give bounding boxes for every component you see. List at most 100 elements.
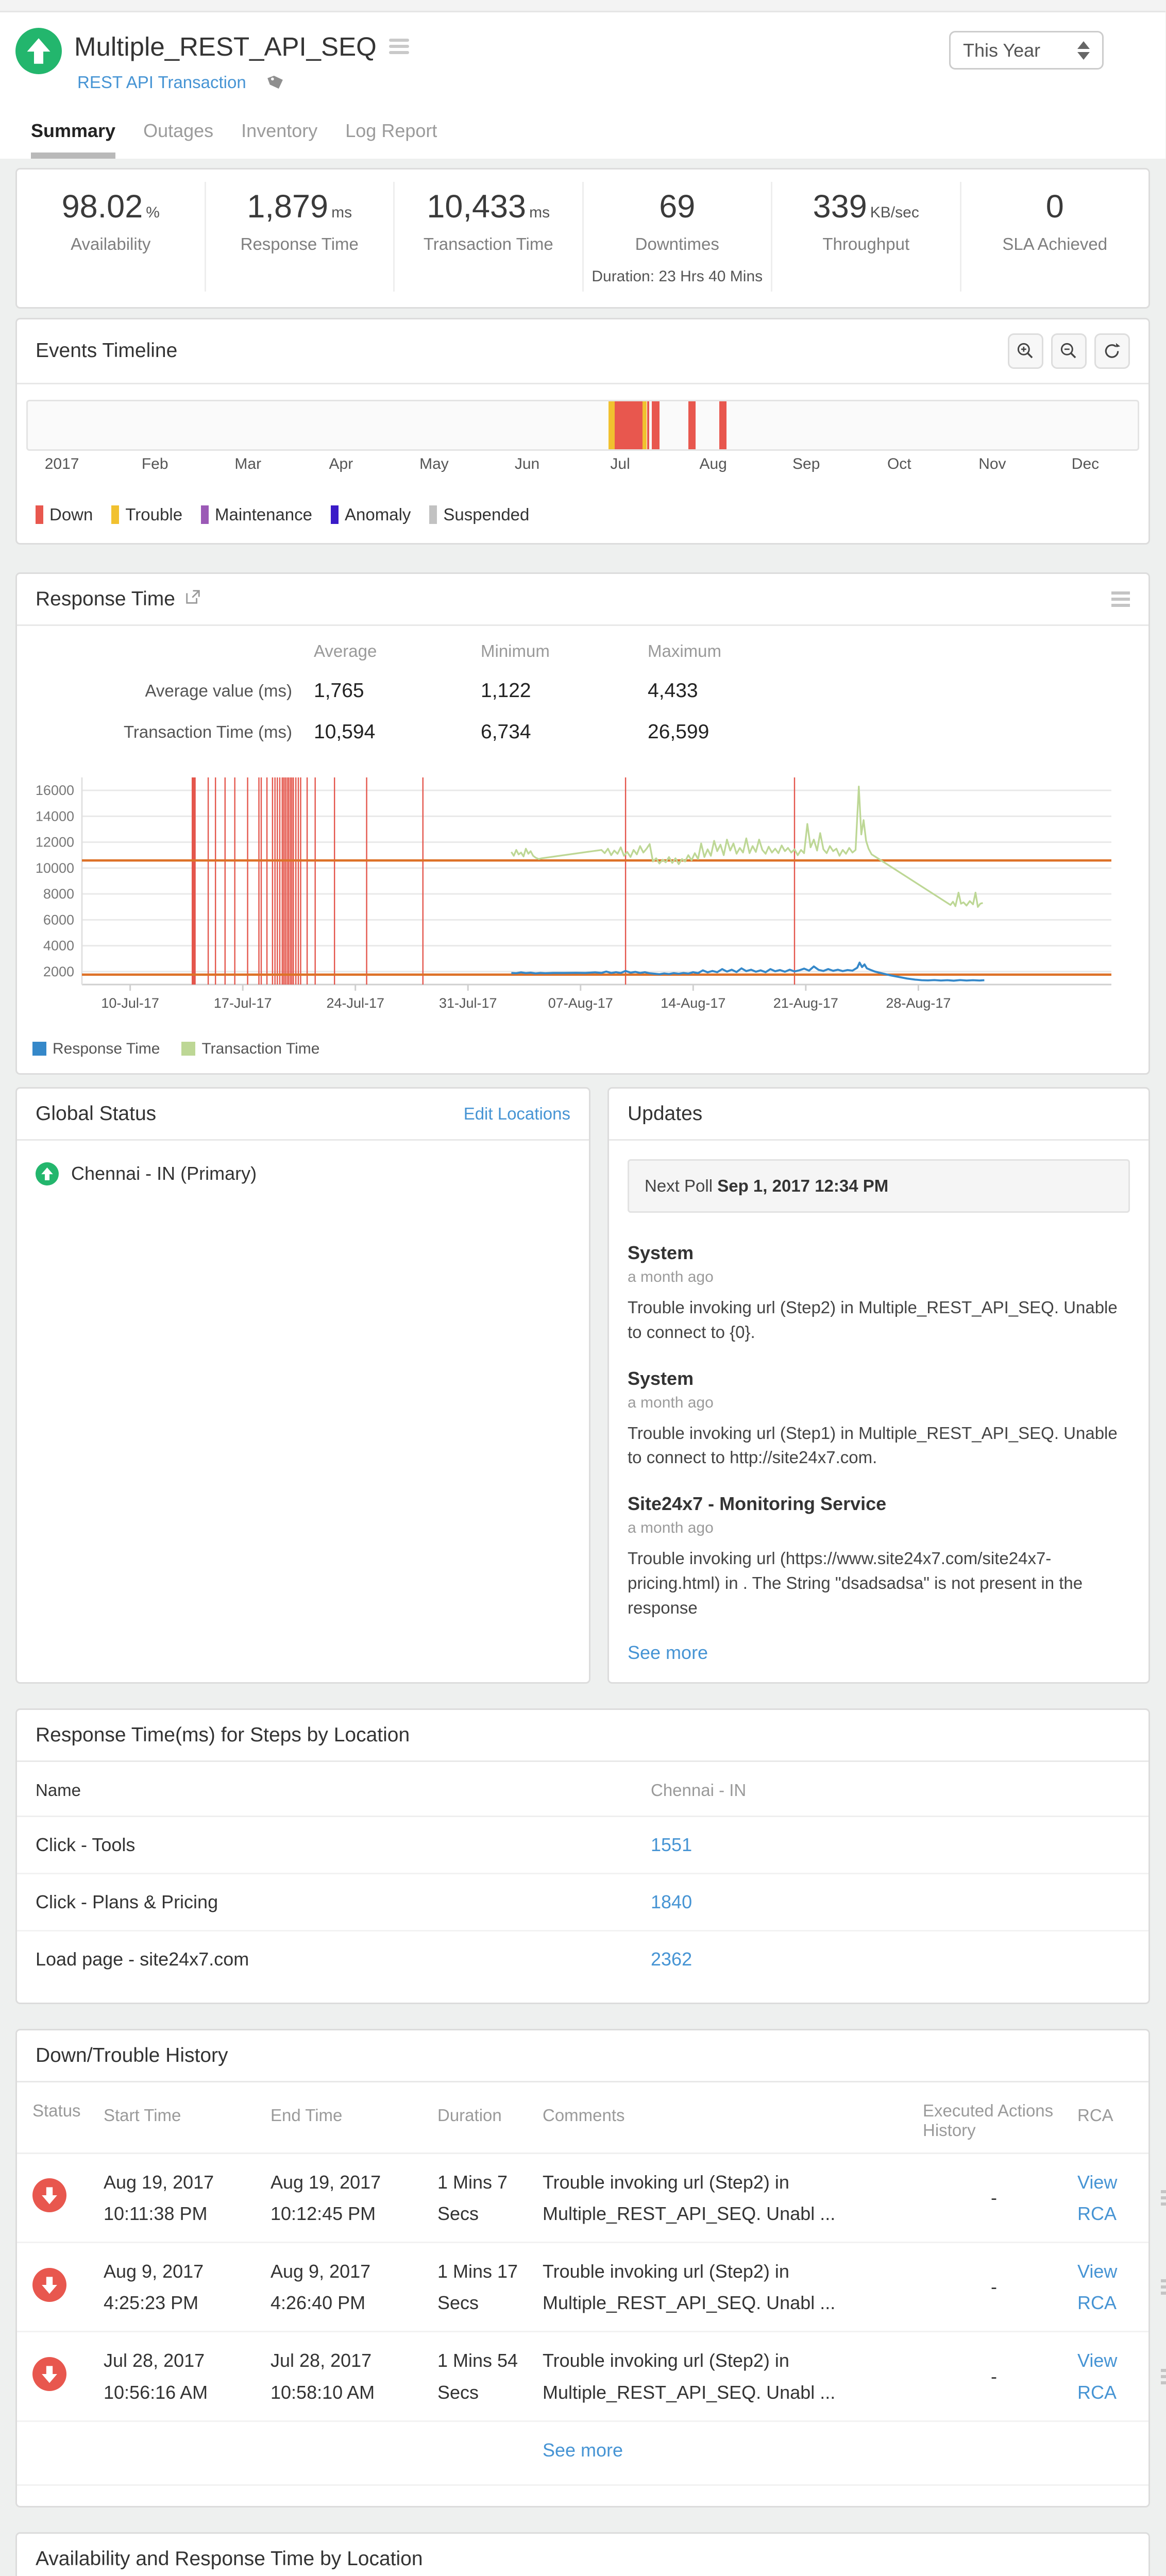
table-row: Aug 19, 2017 10:11:38 PM Aug 19, 2017 10… [17, 2154, 1148, 2243]
step-name: Load page - site24x7.com [36, 1948, 651, 1970]
time-range-value: This Year [963, 40, 1040, 61]
update-age: a month ago [628, 1394, 1130, 1412]
downtimes-value: 69 [659, 189, 695, 225]
svg-text:28-Aug-17: 28-Aug-17 [886, 995, 951, 1011]
monitor-type-link[interactable]: REST API Transaction [77, 73, 246, 92]
availability-label: Availability [20, 234, 201, 254]
zoom-in-button[interactable] [1008, 333, 1043, 369]
update-message: Trouble invoking url (Step2) in Multiple… [628, 1295, 1130, 1345]
col-duration: Duration [437, 2101, 530, 2140]
response-time-summary: Average Minimum Maximum Average value (m… [17, 626, 1148, 765]
timeline-month-label: Oct [887, 455, 911, 473]
zoom-reset-button[interactable] [1094, 333, 1130, 369]
summary-col-maximum: Maximum [648, 641, 815, 661]
downtimes-label: Downtimes [587, 234, 768, 254]
legend-maintenance: Maintenance [201, 505, 312, 524]
tab-bar: Summary Outages Inventory Log Report [31, 120, 1150, 159]
svg-text:6000: 6000 [43, 912, 74, 927]
stat-transaction-time: 10,433ms Transaction Time [393, 182, 582, 292]
col-comments: Comments [543, 2101, 910, 2140]
tag-icon[interactable] [266, 76, 285, 95]
step-value-link[interactable]: 2362 [651, 1948, 692, 1970]
col-rca: RCA [1077, 2101, 1148, 2140]
time-range-select[interactable]: This Year [949, 31, 1104, 70]
col-executed-actions: Executed Actions History [923, 2101, 1065, 2140]
updates-card: Updates Next Poll Sep 1, 2017 12:34 PM S… [607, 1087, 1150, 1684]
start-time: Aug 19, 2017 10:11:38 PM [104, 2166, 258, 2229]
summary-col-minimum: Minimum [481, 641, 648, 661]
response-time-swatch [32, 1042, 46, 1056]
svg-text:10000: 10000 [36, 860, 74, 876]
tab-inventory[interactable]: Inventory [241, 120, 317, 159]
timeline-trouble-bar [643, 401, 647, 449]
top-strip [0, 0, 1165, 12]
down-status-icon [32, 2374, 66, 2395]
response-time-chart[interactable]: 20004000600080001000012000140001600010-J… [17, 771, 1121, 1031]
timeline-down-bar [647, 401, 649, 449]
timeline-month-label: Aug [699, 455, 726, 473]
end-time: Aug 9, 2017 4:26:40 PM [271, 2256, 425, 2318]
down-history-header-row: Status Start Time End Time Duration Comm… [17, 2082, 1148, 2154]
table-row: Jul 28, 2017 10:56:16 AM Jul 28, 2017 10… [17, 2332, 1148, 2421]
monitor-menu-icon[interactable] [389, 39, 409, 54]
svg-text:21-Aug-17: 21-Aug-17 [773, 995, 838, 1011]
legend-transaction-time: Transaction Time [181, 1040, 319, 1058]
steps-col-name: Name [36, 1781, 651, 1800]
stat-availability: 98.02% Availability [17, 182, 205, 292]
throughput-value: 339 [813, 189, 867, 225]
table-row: Load page - site24x7.com 2362 [17, 1931, 1148, 1987]
svg-text:8000: 8000 [43, 886, 74, 902]
availability-card: Availability and Response Time by Locati… [15, 2532, 1150, 2576]
col-start-time: Start Time [104, 2101, 258, 2140]
update-item: Site24x7 - Monitoring Service a month ag… [609, 1482, 1148, 1633]
global-status-title: Global Status [36, 1103, 156, 1125]
downtimes-duration: Duration: 23 Hrs 40 Mins [587, 268, 768, 285]
legend-trouble: Trouble [111, 505, 182, 524]
external-link-icon[interactable] [184, 588, 201, 611]
timeline-month-label: Apr [329, 455, 353, 473]
history-see-more-link[interactable]: See more [543, 2439, 623, 2461]
chart-menu-icon[interactable] [1111, 591, 1130, 607]
step-name: Click - Tools [36, 1834, 651, 1856]
tab-log-report[interactable]: Log Report [345, 120, 437, 159]
avg-value: 10,594 [314, 721, 481, 743]
step-value-link[interactable]: 1840 [651, 1891, 692, 1913]
end-time: Jul 28, 2017 10:58:10 AM [271, 2345, 425, 2408]
updates-see-more-link[interactable]: See more [609, 1633, 726, 1682]
timeline-month-label: Jun [515, 455, 539, 473]
timeline-down-bar [688, 401, 696, 449]
table-row: Aug 9, 2017 4:25:23 PM Aug 9, 2017 4:26:… [17, 2243, 1148, 2332]
view-rca-link[interactable]: View RCA [1077, 2345, 1148, 2408]
step-value-link[interactable]: 1551 [651, 1834, 692, 1856]
sla-label: SLA Achieved [965, 234, 1146, 254]
row-menu-icon[interactable] [1161, 2369, 1166, 2384]
svg-text:4000: 4000 [43, 938, 74, 953]
start-time: Jul 28, 2017 10:56:16 AM [104, 2345, 258, 2408]
edit-locations-link[interactable]: Edit Locations [464, 1104, 570, 1124]
tab-outages[interactable]: Outages [143, 120, 213, 159]
events-timeline-card: Events Timeline 2017FebMarAprMayJunJulAu… [15, 318, 1150, 545]
tab-summary[interactable]: Summary [31, 120, 115, 159]
timeline-month-label: Nov [978, 455, 1006, 473]
timeline-month-label: May [419, 455, 449, 473]
executed-actions: - [923, 2366, 1065, 2387]
events-timeline-track[interactable] [26, 400, 1139, 451]
view-rca-link[interactable]: View RCA [1077, 2256, 1148, 2318]
steps-header-row: Name Chennai - IN [17, 1762, 1148, 1817]
update-item: System a month ago Trouble invoking url … [609, 1357, 1148, 1483]
step-name: Click - Plans & Pricing [36, 1891, 651, 1913]
next-poll-time: Sep 1, 2017 12:34 PM [717, 1176, 888, 1195]
summary-col-average: Average [314, 641, 481, 661]
stats-summary-card: 98.02% Availability 1,879ms Response Tim… [15, 168, 1150, 309]
duration: 1 Mins 54 Secs [437, 2345, 530, 2408]
duration: 1 Mins 17 Secs [437, 2256, 530, 2318]
view-rca-link[interactable]: View RCA [1077, 2166, 1148, 2229]
trouble-swatch [111, 505, 119, 524]
events-timeline-axis: 2017FebMarAprMayJunJulAugSepOctNovDec [26, 455, 1139, 480]
steps-title: Response Time(ms) for Steps by Location [36, 1724, 410, 1747]
timeline-month-label: Feb [142, 455, 168, 473]
zoom-out-button[interactable] [1051, 333, 1087, 369]
row-menu-icon[interactable] [1161, 2190, 1166, 2206]
row-menu-icon[interactable] [1161, 2279, 1166, 2295]
response-time-unit: ms [331, 204, 352, 221]
